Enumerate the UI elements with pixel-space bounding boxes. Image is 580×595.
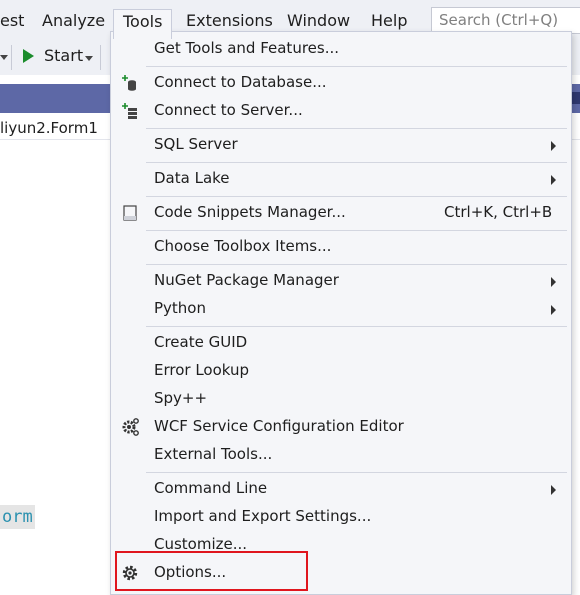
search-input[interactable]: Search (Ctrl+Q) xyxy=(431,7,580,34)
wcf-gear-icon xyxy=(122,418,139,436)
menu-test[interactable]: est xyxy=(0,10,24,32)
menu-item-choose-toolbox[interactable]: Choose Toolbox Items... xyxy=(111,234,571,262)
menu-item-import-export[interactable]: Import and Export Settings... xyxy=(111,504,571,532)
menu-item-connect-server[interactable]: Connect to Server... xyxy=(111,98,571,126)
tools-menu-dropdown: Get Tools and Features... Connect to Dat… xyxy=(110,31,572,595)
menu-item-external-tools[interactable]: External Tools... xyxy=(111,442,571,470)
submenu-arrow-icon xyxy=(551,141,556,151)
menu-item-label: Command Line xyxy=(154,479,268,497)
menu-item-label: Get Tools and Features... xyxy=(154,39,340,57)
menu-item-get-tools[interactable]: Get Tools and Features... xyxy=(111,36,571,64)
breadcrumb-class[interactable]: liyun2.Form1 xyxy=(0,119,98,137)
menu-item-label: Data Lake xyxy=(154,169,230,187)
menu-item-label: Python xyxy=(154,299,206,317)
submenu-arrow-icon xyxy=(551,305,556,315)
start-dropdown-caret-icon[interactable] xyxy=(85,56,93,61)
menu-item-sql-server[interactable]: SQL Server xyxy=(111,132,571,160)
menu-tools[interactable]: Tools xyxy=(113,9,173,39)
menu-item-label: Spy++ xyxy=(154,389,208,407)
menu-window[interactable]: Window xyxy=(287,10,350,32)
menu-item-label: WCF Service Configuration Editor xyxy=(154,417,404,435)
submenu-arrow-icon xyxy=(551,485,556,495)
menu-item-connect-database[interactable]: Connect to Database... xyxy=(111,70,571,98)
menu-item-error-lookup[interactable]: Error Lookup xyxy=(111,358,571,386)
menu-item-label: Import and Export Settings... xyxy=(154,507,372,525)
code-token: orm xyxy=(0,505,35,529)
menu-item-python[interactable]: Python xyxy=(111,296,571,324)
toolbar-separator xyxy=(11,45,12,70)
start-button[interactable]: Start xyxy=(44,46,83,66)
menu-separator xyxy=(146,472,567,473)
menu-separator xyxy=(146,162,567,163)
menu-item-create-guid[interactable]: Create GUID xyxy=(111,330,571,358)
submenu-arrow-icon xyxy=(551,175,556,185)
menu-item-spy[interactable]: Spy++ xyxy=(111,386,571,414)
highlight-annotation-box xyxy=(115,551,308,591)
server-icon xyxy=(122,103,137,119)
start-play-icon[interactable] xyxy=(23,49,34,63)
menu-analyze[interactable]: Analyze xyxy=(42,10,105,32)
menu-item-label: Code Snippets Manager... xyxy=(154,203,346,221)
menu-item-command-line[interactable]: Command Line xyxy=(111,476,571,504)
submenu-arrow-icon xyxy=(551,277,556,287)
menu-separator xyxy=(146,230,567,231)
database-icon xyxy=(122,75,136,91)
menu-item-wcf-editor[interactable]: WCF Service Configuration Editor xyxy=(111,414,571,442)
menu-item-label: Create GUID xyxy=(154,333,248,351)
tab-strip-overflow[interactable] xyxy=(572,92,580,104)
config-dropdown-caret-icon[interactable] xyxy=(0,55,8,60)
toolbar-separator xyxy=(100,45,101,70)
menu-item-label: External Tools... xyxy=(154,445,273,463)
menu-separator xyxy=(146,326,567,327)
snippet-icon xyxy=(123,205,137,221)
menu-item-label: Connect to Server... xyxy=(154,101,303,119)
menu-item-code-snippets[interactable]: Code Snippets Manager... Ctrl+K, Ctrl+B xyxy=(111,200,571,228)
menu-item-label: NuGet Package Manager xyxy=(154,271,339,289)
menu-item-nuget[interactable]: NuGet Package Manager xyxy=(111,268,571,296)
menu-item-label: Choose Toolbox Items... xyxy=(154,237,332,255)
menu-item-shortcut: Ctrl+K, Ctrl+B xyxy=(444,203,553,221)
menu-separator xyxy=(146,196,567,197)
menu-item-data-lake[interactable]: Data Lake xyxy=(111,166,571,194)
menu-separator xyxy=(146,264,567,265)
menu-item-label: Error Lookup xyxy=(154,361,250,379)
menu-item-label: SQL Server xyxy=(154,135,238,153)
menu-separator xyxy=(146,128,567,129)
menu-extensions[interactable]: Extensions xyxy=(186,10,273,32)
menu-help[interactable]: Help xyxy=(371,10,407,32)
menu-item-label: Connect to Database... xyxy=(154,73,327,91)
menu-separator xyxy=(146,66,567,67)
